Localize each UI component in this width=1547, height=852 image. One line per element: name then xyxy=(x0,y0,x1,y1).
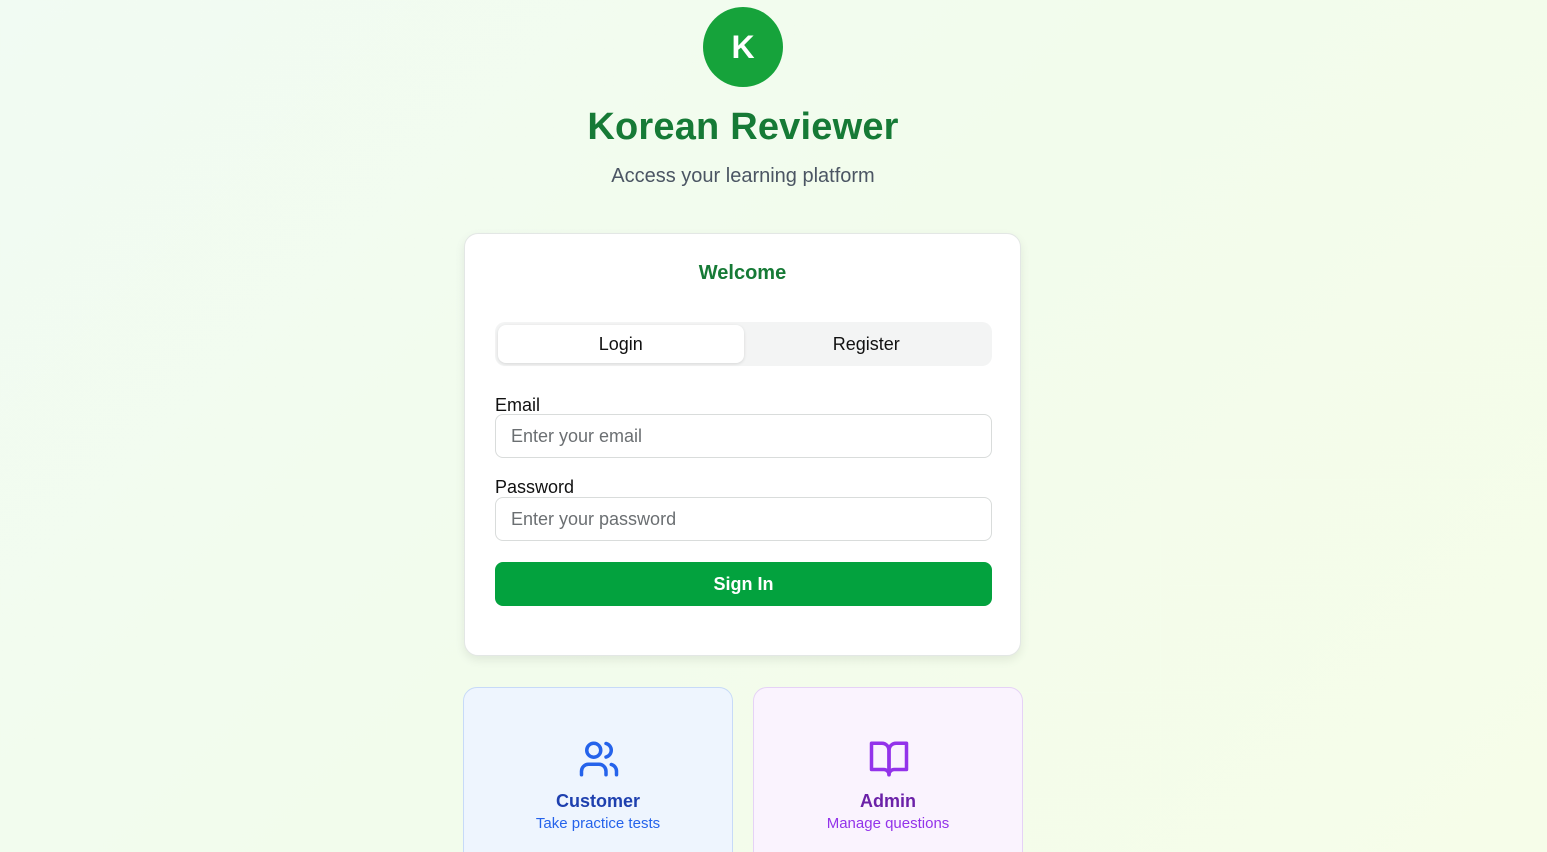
password-label: Password xyxy=(495,477,575,497)
sign-in-button[interactable]: Sign In xyxy=(495,562,992,606)
logo-avatar: K xyxy=(703,7,783,87)
role-name-customer: Customer xyxy=(555,791,640,811)
tab-login[interactable]: Login xyxy=(498,325,744,363)
app-subtitle: Access your learning platform xyxy=(611,165,875,187)
email-input[interactable] xyxy=(495,414,992,458)
role-name-admin: Admin xyxy=(860,791,916,811)
book-open-icon xyxy=(869,741,909,777)
app-title: Korean Reviewer xyxy=(587,106,899,148)
auth-card: Welcome Login Register Email Password Si… xyxy=(464,233,1021,656)
password-input[interactable] xyxy=(495,497,992,541)
card-title: Welcome xyxy=(698,262,787,284)
role-card-customer[interactable]: Customer Take practice tests xyxy=(463,687,733,852)
logo-letter: K xyxy=(731,28,755,65)
role-desc-admin: Manage questions xyxy=(826,815,950,832)
role-desc-customer: Take practice tests xyxy=(535,815,661,832)
role-card-admin[interactable]: Admin Manage questions xyxy=(753,687,1023,852)
email-label: Email xyxy=(495,395,541,415)
auth-tabs: Login Register xyxy=(495,322,992,366)
users-icon xyxy=(579,741,619,777)
tab-register[interactable]: Register xyxy=(744,325,990,363)
